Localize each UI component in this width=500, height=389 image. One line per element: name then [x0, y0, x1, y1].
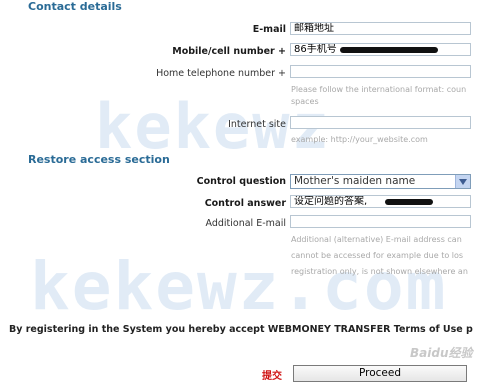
email-label: E-mail: [252, 24, 286, 35]
chevron-down-icon[interactable]: [455, 175, 470, 188]
site-hint: example: http://your_website.com: [291, 135, 428, 144]
control-question-label: Control question: [196, 176, 286, 187]
terms-text: By registering in the System you hereby …: [9, 324, 473, 335]
additional-email-hint-2: cannot be accessed for example due to lo…: [291, 251, 464, 260]
control-answer-field[interactable]: 设定问题的答案,: [290, 195, 471, 208]
redaction-scribble: [340, 47, 438, 53]
additional-email-hint: Additional (alternative) E-mail address …: [291, 235, 462, 244]
additional-email-field[interactable]: [290, 215, 471, 228]
email-field[interactable]: 邮箱地址: [290, 22, 471, 35]
site-field[interactable]: [290, 116, 471, 129]
home-phone-hint-2: spaces: [291, 97, 319, 106]
home-phone-label: Home telephone number +: [156, 68, 286, 79]
proceed-button[interactable]: Proceed: [293, 365, 467, 382]
baidu-logo: Baidu经验: [410, 346, 473, 360]
additional-email-label: Additional E-mail: [205, 218, 287, 229]
control-answer-label: Control answer: [204, 198, 286, 209]
site-label: Internet site: [228, 119, 286, 130]
mobile-label: Mobile/cell number +: [172, 46, 286, 57]
mobile-value: 86手机号: [294, 44, 337, 55]
submit-label: 提交: [262, 371, 282, 382]
home-phone-hint: Please follow the international format: …: [291, 85, 467, 94]
home-phone-field[interactable]: [290, 65, 471, 78]
additional-email-hint-3: registration only, is not shown elsewher…: [291, 267, 468, 276]
restore-section-title: Restore access section: [28, 153, 170, 166]
control-answer-value: 设定问题的答案,: [294, 196, 368, 207]
contact-section-title: Contact details: [28, 0, 122, 13]
control-question-select[interactable]: Mother's maiden name: [290, 174, 471, 189]
control-question-value: Mother's maiden name: [294, 175, 416, 187]
redaction-scribble-2: [385, 199, 433, 205]
